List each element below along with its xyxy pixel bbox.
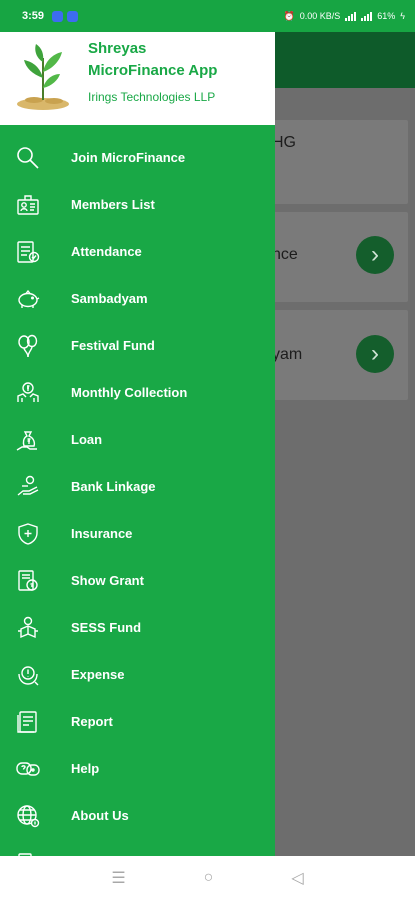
menu-item-sess-fund[interactable]: SESS Fund xyxy=(0,604,275,651)
company-name: Irings Technologies LLP xyxy=(88,90,216,104)
network-speed: 0.00 KB/S xyxy=(299,11,341,21)
menu-item-show-grant[interactable]: Show Grant xyxy=(0,557,275,604)
attendance-icon xyxy=(14,238,42,266)
menu-item-festival-fund[interactable]: Festival Fund xyxy=(0,322,275,369)
signal-icon-2 xyxy=(361,11,373,21)
expense-icon xyxy=(14,661,42,689)
back-button[interactable]: ◁ xyxy=(291,868,303,888)
fund-icon xyxy=(14,614,42,642)
menu-item-loan[interactable]: Loan xyxy=(0,416,275,463)
money-bag-icon xyxy=(14,426,42,454)
app-name: Shreyas MicroFinance App xyxy=(88,40,218,79)
report-icon xyxy=(14,708,42,736)
home-button[interactable]: ○ xyxy=(204,869,214,887)
help-icon xyxy=(14,755,42,783)
menu-item-sambadyam[interactable]: Sambadyam xyxy=(0,275,275,322)
menu-item-about-us[interactable]: About Us xyxy=(0,792,275,839)
status-bar: 3:59 ⏰ 0.00 KB/S 61% ϟ xyxy=(0,0,415,32)
status-time: 3:59 xyxy=(22,10,45,22)
menu-item-bank-linkage[interactable]: Bank Linkage xyxy=(0,463,275,510)
menu-item-expense[interactable]: Expense xyxy=(0,651,275,698)
status-right: ⏰ 0.00 KB/S 61% ϟ xyxy=(283,11,405,22)
menu-item-insurance[interactable]: Insurance xyxy=(0,510,275,557)
shield-icon xyxy=(14,520,42,548)
chevron-right-icon: › xyxy=(356,236,394,274)
navigation-drawer: Shreyas MicroFinance App Irings Technolo… xyxy=(0,32,275,856)
drawer-menu: Join MicroFinance Members List Attendanc… xyxy=(0,125,275,856)
hand-coin-icon xyxy=(14,473,42,501)
menu-item-monthly-collection[interactable]: Monthly Collection xyxy=(0,369,275,416)
notification-icon xyxy=(67,10,79,22)
menu-item-join-microfinance[interactable]: Join MicroFinance xyxy=(0,134,275,181)
battery-level: 61% xyxy=(377,11,396,21)
menu-item-members-list[interactable]: Members List xyxy=(0,181,275,228)
menu-item-attendance[interactable]: Attendance xyxy=(0,228,275,275)
menu-item-partial[interactable] xyxy=(0,839,275,856)
signal-icon xyxy=(345,11,357,21)
grant-icon xyxy=(14,567,42,595)
recent-apps-button[interactable]: ☰ xyxy=(111,868,125,888)
cloud-icon xyxy=(52,10,64,22)
menu-item-help[interactable]: Help xyxy=(0,745,275,792)
members-list-icon xyxy=(14,191,42,219)
globe-icon xyxy=(14,802,42,830)
alarm-icon: ⏰ xyxy=(283,10,295,21)
charging-icon: ϟ xyxy=(400,11,405,21)
search-icon xyxy=(14,144,42,172)
collection-icon xyxy=(14,379,42,407)
app-logo xyxy=(17,44,69,110)
piggy-bank-icon xyxy=(14,285,42,313)
logout-icon xyxy=(14,849,42,856)
drawer-header: Shreyas MicroFinance App Irings Technolo… xyxy=(0,32,275,125)
balloons-icon xyxy=(14,332,42,360)
system-nav-bar: ☰ ○ ◁ xyxy=(0,856,415,900)
chevron-right-icon: › xyxy=(356,335,394,373)
menu-item-report[interactable]: Report xyxy=(0,698,275,745)
